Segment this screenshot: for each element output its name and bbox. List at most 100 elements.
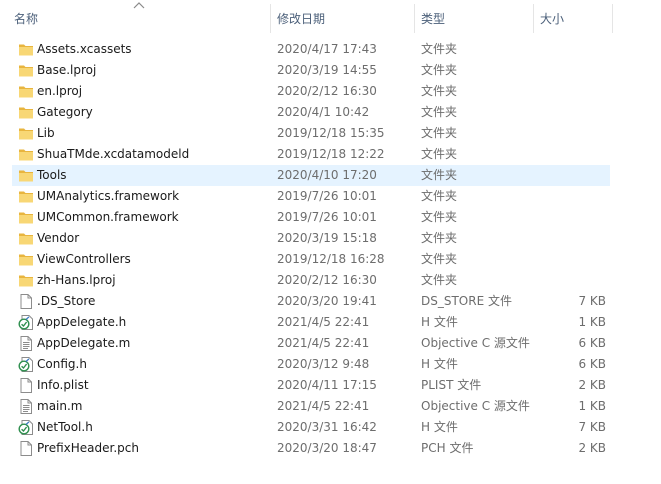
file-type: PCH 文件 [421,441,474,455]
file-name: Assets.xcassets [37,42,132,56]
file-size: 7 KB [578,294,606,308]
file-size: 7 KB [578,420,606,434]
file-size: 6 KB [578,336,606,350]
file-date-modified: 2021/4/5 22:41 [277,399,370,413]
file-row[interactable]: Info.plist 2020/4/11 17:15 PLIST 文件 2 KB [0,375,661,396]
blank-file-icon [18,294,34,309]
file-type: 文件夹 [421,252,458,266]
file-name: .DS_Store [37,294,96,308]
folder-icon [18,63,34,78]
column-header-size[interactable]: 大小 [534,0,612,37]
file-name: UMCommon.framework [37,210,179,224]
file-name: ViewControllers [37,252,131,266]
folder-icon [18,126,34,141]
file-type: 文件夹 [421,147,458,161]
file-row[interactable]: en.lproj 2020/2/12 16:30 文件夹 [0,81,661,102]
file-name: Info.plist [37,378,89,392]
file-row[interactable]: Base.lproj 2020/3/19 14:55 文件夹 [0,60,661,81]
file-row[interactable]: PrefixHeader.pch 2020/3/20 18:47 PCH 文件 2 K… [0,438,661,459]
file-type: 文件夹 [421,63,458,77]
file-row[interactable]: NetTool.h 2020/3/31 16:42 H 文件 7 KB [0,417,661,438]
file-type: 文件夹 [421,42,458,56]
column-divider[interactable] [612,4,613,33]
folder-icon [18,252,34,267]
file-row[interactable]: AppDelegate.m 2021/4/5 22:41 Objective C 源… [0,333,661,354]
file-list: Assets.xcassets 2020/4/17 17:43 文件夹 Base.lp… [0,39,661,459]
file-type: 文件夹 [421,189,458,203]
folder-icon [18,189,34,204]
file-row[interactable]: Vendor 2020/3/19 15:18 文件夹 [0,228,661,249]
file-row[interactable]: Tools 2020/4/10 17:20 文件夹 [0,165,661,186]
column-header-name[interactable]: 名称 [8,0,270,37]
file-date-modified: 2020/3/20 18:47 [277,441,377,455]
file-row[interactable]: Config.h 2020/3/12 9:48 H 文件 6 KB [0,354,661,375]
folder-icon [18,105,34,120]
file-row[interactable]: UMCommon.framework 2019/7/26 10:01 文件夹 [0,207,661,228]
file-date-modified: 2020/4/1 10:42 [277,105,370,119]
folder-icon [18,84,34,99]
folder-icon [18,210,34,225]
file-row[interactable]: ShuaTMde.xcdatamodeld 2019/12/18 12:22 文件夹 [0,144,661,165]
file-type: 文件夹 [421,168,458,182]
file-name: zh-Hans.lproj [37,273,116,287]
file-date-modified: 2020/4/11 17:15 [277,378,377,392]
file-size: 1 KB [578,399,606,413]
header-file-icon [18,315,34,330]
file-row[interactable]: ViewControllers 2019/12/18 16:28 文件夹 [0,249,661,270]
column-header-type[interactable]: 类型 [415,0,533,37]
file-name: Vendor [37,231,80,245]
file-name: AppDelegate.h [37,315,127,329]
file-date-modified: 2019/7/26 10:01 [277,189,377,203]
file-date-modified: 2020/3/12 9:48 [277,357,370,371]
file-type: DS_STORE 文件 [421,294,512,308]
file-date-modified: 2020/3/19 15:18 [277,231,377,245]
file-name: UMAnalytics.framework [37,189,180,203]
file-date-modified: 2020/4/10 17:20 [277,168,377,182]
folder-icon [18,231,34,246]
file-name: Tools [37,168,67,182]
folder-icon [18,42,34,57]
file-type: PLIST 文件 [421,378,482,392]
file-row[interactable]: zh-Hans.lproj 2020/2/12 16:30 文件夹 [0,270,661,291]
file-name: Config.h [37,357,87,371]
file-type: 文件夹 [421,105,458,119]
file-type: 文件夹 [421,231,458,245]
file-name: Base.lproj [37,63,97,77]
file-type: H 文件 [421,357,458,371]
file-name: en.lproj [37,84,83,98]
text-file-icon [18,336,34,351]
file-name: AppDelegate.m [37,336,131,350]
column-header-bar: 名称 修改日期 类型 大小 [0,0,661,37]
file-date-modified: 2019/12/18 12:22 [277,147,385,161]
folder-icon [18,168,34,183]
header-file-icon [18,357,34,372]
text-file-icon [18,399,34,414]
file-name: NetTool.h [37,420,93,434]
file-size: 6 KB [578,357,606,371]
file-date-modified: 2019/12/18 15:35 [277,126,385,140]
column-header-date[interactable]: 修改日期 [271,0,414,37]
file-date-modified: 2020/3/19 14:55 [277,63,377,77]
file-name: ShuaTMde.xcdatamodeld [37,147,190,161]
file-row[interactable]: Assets.xcassets 2020/4/17 17:43 文件夹 [0,39,661,60]
file-name: Lib [37,126,55,140]
folder-icon [18,273,34,288]
file-row[interactable]: .DS_Store 2020/3/20 19:41 DS_STORE 文件 7 KB [0,291,661,312]
file-type: 文件夹 [421,273,458,287]
file-row[interactable]: Gategory 2020/4/1 10:42 文件夹 [0,102,661,123]
file-date-modified: 2019/12/18 16:28 [277,252,385,266]
file-date-modified: 2021/4/5 22:41 [277,315,370,329]
file-type: H 文件 [421,315,458,329]
file-name: PrefixHeader.pch [37,441,139,455]
file-date-modified: 2020/3/20 19:41 [277,294,377,308]
file-date-modified: 2020/2/12 16:30 [277,273,377,287]
file-row[interactable]: main.m 2021/4/5 22:41 Objective C 源文件 1 KB [0,396,661,417]
file-name: Gategory [37,105,93,119]
file-row[interactable]: AppDelegate.h 2021/4/5 22:41 H 文件 1 KB [0,312,661,333]
file-date-modified: 2019/7/26 10:01 [277,210,377,224]
file-type: 文件夹 [421,210,458,224]
file-size: 1 KB [578,315,606,329]
header-file-icon [18,420,34,435]
file-row[interactable]: UMAnalytics.framework 2019/7/26 10:01 文件夹 [0,186,661,207]
file-row[interactable]: Lib 2019/12/18 15:35 文件夹 [0,123,661,144]
